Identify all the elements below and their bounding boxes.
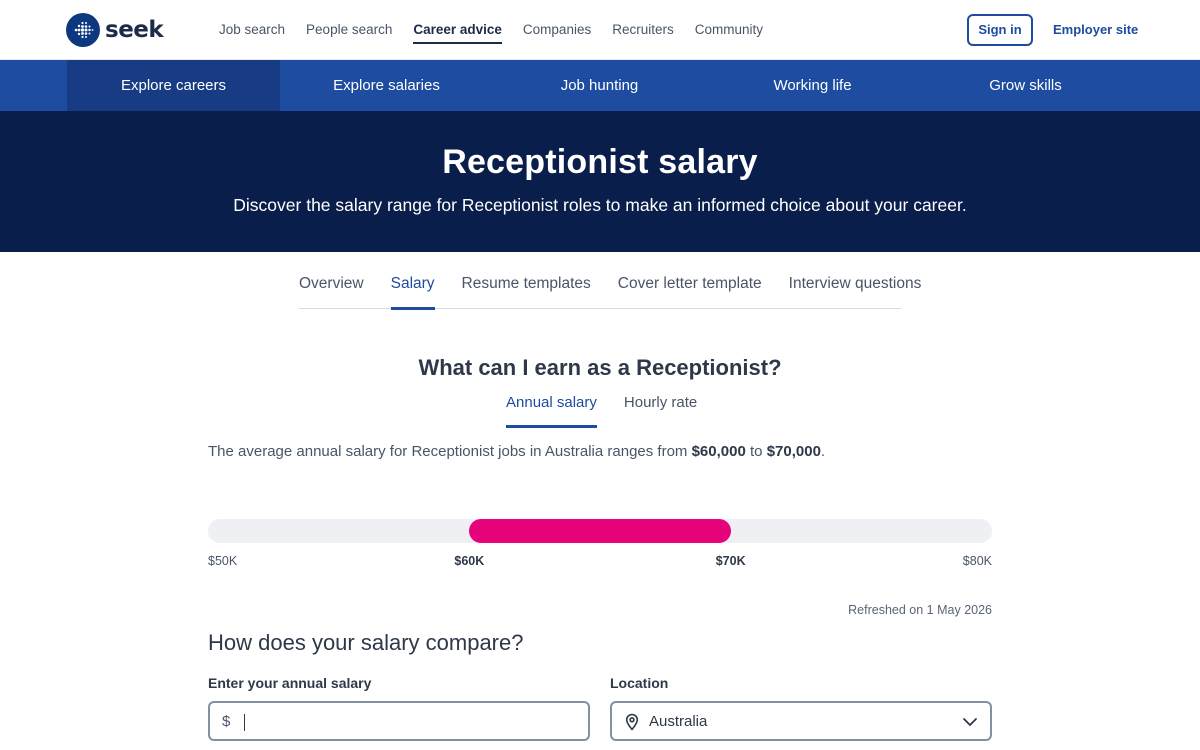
tab-salary[interactable]: Salary — [390, 252, 435, 310]
career-advice-subnav: Explore careers Explore salaries Job hun… — [0, 60, 1200, 111]
main-nav: Job search People search Career advice C… — [219, 0, 784, 60]
top-navigation: seek Job search People search Career adv… — [0, 0, 1200, 60]
page-title: Receptionist salary — [442, 143, 758, 181]
hourly-rate-option[interactable]: Hourly rate — [624, 390, 697, 428]
nav-career-advice[interactable]: Career advice — [413, 0, 502, 60]
sign-in-button[interactable]: Sign in — [967, 14, 1033, 46]
salary-input-box[interactable]: $ — [208, 701, 590, 741]
nav-people-search[interactable]: People search — [306, 0, 392, 60]
subnav-explore-salaries[interactable]: Explore salaries — [280, 60, 493, 111]
summary-high-value: $70,000 — [766, 443, 821, 460]
tab-overview[interactable]: Overview — [299, 252, 364, 309]
summary-suffix: . — [820, 443, 826, 460]
salary-summary: The average annual salary for Receptioni… — [208, 443, 825, 460]
annual-salary-option[interactable]: Annual salary — [506, 390, 597, 428]
summary-prefix: The average annual salary for Receptioni… — [208, 443, 692, 460]
logo-text: seek — [105, 17, 164, 43]
range-tick-80k: $80K — [962, 554, 992, 568]
salary-input[interactable] — [248, 709, 578, 735]
nav-job-search[interactable]: Job search — [219, 0, 285, 60]
seek-logo[interactable]: seek — [66, 13, 164, 47]
subnav-explore-careers[interactable]: Explore careers — [67, 60, 280, 111]
nav-recruiters[interactable]: Recruiters — [612, 0, 674, 60]
location-value: Australia — [649, 713, 708, 730]
location-label: Location — [610, 675, 669, 691]
seek-logo-icon — [66, 13, 100, 47]
role-tabs: Overview Salary Resume templates Cover l… — [299, 252, 921, 310]
rate-toggle: Annual salary Hourly rate — [506, 390, 724, 428]
employer-site-link[interactable]: Employer site — [1053, 14, 1138, 46]
page-subtitle: Discover the salary range for Receptioni… — [233, 195, 967, 215]
summary-low-value: $60,000 — [691, 443, 746, 460]
chevron-down-icon — [962, 715, 978, 734]
currency-prefix: $ — [222, 713, 231, 730]
nav-companies[interactable]: Companies — [523, 0, 591, 60]
nav-community[interactable]: Community — [695, 0, 763, 60]
salary-input-label: Enter your annual salary — [208, 675, 372, 691]
tab-cover-letter-template[interactable]: Cover letter template — [618, 252, 762, 309]
tab-resume-templates[interactable]: Resume templates — [462, 252, 591, 309]
range-tick-70k: $70K — [715, 554, 746, 568]
salary-range-fill — [469, 519, 731, 543]
hero-banner: Receptionist salary Discover the salary … — [0, 111, 1200, 252]
range-tick-50k: $50K — [208, 554, 238, 568]
location-select[interactable]: Australia — [610, 701, 992, 741]
text-caret — [244, 714, 245, 731]
subnav-grow-skills[interactable]: Grow skills — [919, 60, 1132, 111]
range-tick-60k: $60K — [454, 554, 485, 568]
subnav-working-life[interactable]: Working life — [706, 60, 919, 111]
subnav-job-hunting[interactable]: Job hunting — [493, 60, 706, 111]
compare-title: How does your salary compare? — [208, 630, 524, 655]
salary-section-title: What can I earn as a Receptionist? — [418, 355, 782, 380]
tab-interview-questions[interactable]: Interview questions — [789, 252, 922, 309]
refreshed-date: Refreshed on 1 May 2026 — [848, 603, 992, 617]
summary-mid: to — [745, 443, 767, 460]
salary-range-track — [208, 519, 992, 543]
location-pin-icon — [624, 713, 640, 736]
